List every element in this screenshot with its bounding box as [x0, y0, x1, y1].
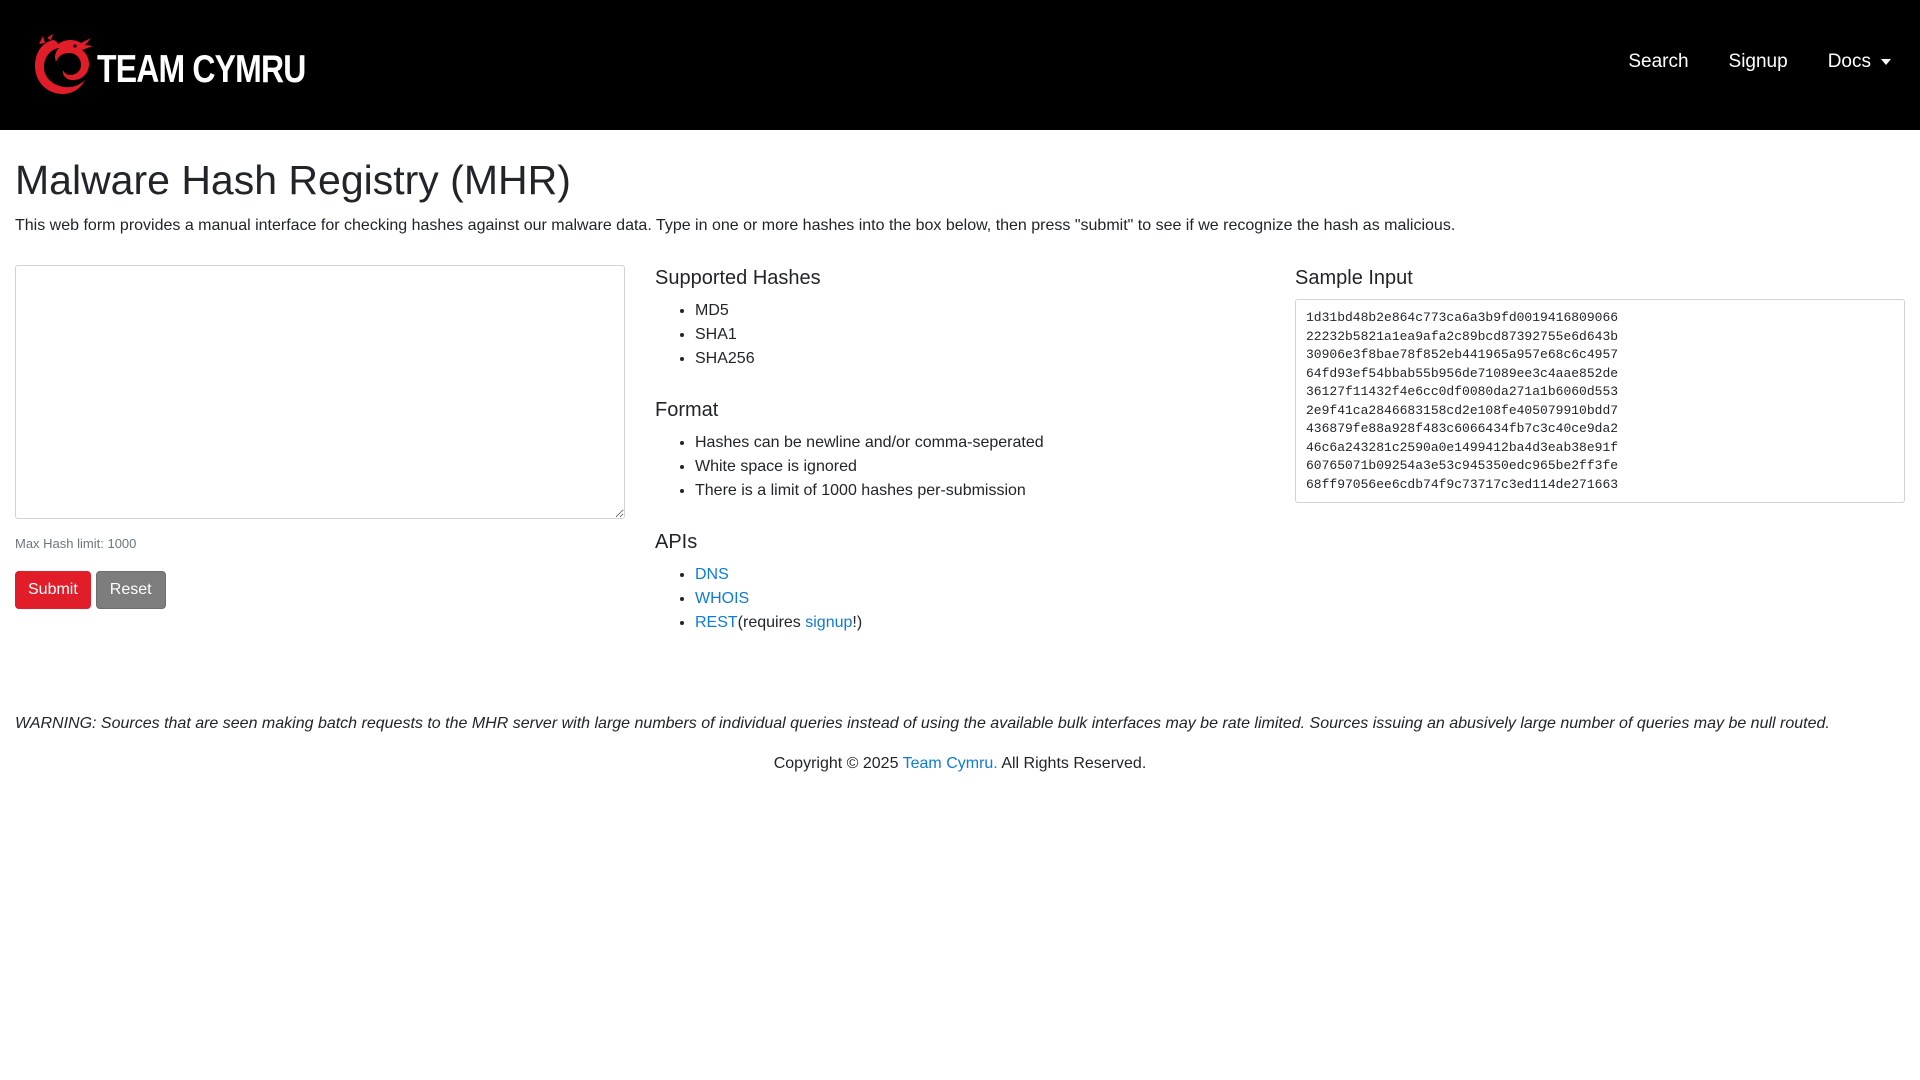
sample-hash-line: 46c6a243281c2590a0e1499412ba4d3eab38e91f [1306, 439, 1619, 455]
hash-limit-text: Max Hash limit: 1000 [15, 536, 137, 552]
navbar: TEAM CYMRU Search Signup Docs [0, 0, 1920, 130]
apis-list: DNS WHOIS REST(requires signup!) [655, 563, 1265, 635]
brand-name: TEAM CYMRU [97, 48, 306, 91]
api-rest-requires-text: (requires [737, 614, 806, 632]
sample-hash-line: 36127f11432f4e6cc0df0080da271a1b6060d553 [1306, 384, 1619, 400]
sample-hash-line: 60765071b09254a3e53c945350edc965be2ff3fe [1306, 458, 1619, 474]
rate-limit-warning: WARNING: Sources that are seen making ba… [15, 715, 1830, 733]
api-dns-link[interactable]: DNS [695, 566, 729, 583]
content-row: Max Hash limit: 1000 Submit Reset Suppor… [15, 265, 1905, 635]
dragon-logo-icon [35, 34, 93, 94]
sample-hash-line: 64fd93ef54bbab55b956de71089ee3c4aae852de [1306, 365, 1619, 381]
hash-input-textarea[interactable] [15, 265, 625, 520]
list-item: MD5 [695, 299, 1265, 323]
info-column: Supported Hashes MD5 SHA1 SHA256 Format … [655, 265, 1295, 635]
api-rest-link[interactable]: REST [695, 614, 738, 631]
form-buttons: Submit Reset [15, 571, 625, 610]
sample-hash-line: 68ff97056ee6cdb74f9c73717c3ed114de271663 [1306, 476, 1619, 492]
nav-signup-link[interactable]: Signup [1729, 51, 1788, 73]
sample-hash-line: 30906e3f8bae78f852eb441965a957e68c6c4957 [1306, 347, 1619, 363]
sample-input-box: 1d31bd48b2e864c773ca6a3b9fd0019416809066… [1295, 299, 1905, 504]
footer: Copyright © 2025 Team Cymru. All Rights … [15, 755, 1905, 773]
sample-input-title: Sample Input [1295, 267, 1413, 290]
supported-hashes-title: Supported Hashes [655, 267, 821, 290]
page-intro: This web form provides a manual interfac… [15, 217, 1456, 235]
sample-hash-line: 2e9f41ca2846683158cd2e108fe405079910bdd7 [1306, 402, 1619, 418]
submit-button[interactable]: Submit [15, 571, 91, 610]
copyright-text: Copyright © 2025 [773, 755, 903, 773]
hash-form-column: Max Hash limit: 1000 Submit Reset [15, 265, 655, 635]
apis-title: APIs [655, 531, 698, 554]
team-cymru-link[interactable]: Team Cymru. [903, 755, 998, 772]
sample-column: Sample Input 1d31bd48b2e864c773ca6a3b9fd… [1295, 265, 1905, 635]
nav-docs-label: Docs [1827, 51, 1871, 72]
list-item: SHA1 [695, 323, 1265, 347]
list-item: SHA256 [695, 347, 1265, 371]
page-title: Malware Hash Registry (MHR) [15, 157, 571, 203]
list-item: White space is ignored [695, 455, 1265, 479]
caret-down-icon [1881, 59, 1891, 65]
list-item: DNS [695, 563, 1265, 587]
api-rest-close-text: !) [852, 614, 863, 632]
main-content: Malware Hash Registry (MHR) This web for… [0, 156, 1920, 773]
format-list: Hashes can be newline and/or comma-seper… [655, 431, 1265, 503]
brand-link[interactable]: TEAM CYMRU [29, 34, 351, 96]
nav-search-link[interactable]: Search [1628, 51, 1688, 73]
list-item: Hashes can be newline and/or comma-seper… [695, 431, 1265, 455]
rights-text: All Rights Reserved. [997, 755, 1147, 773]
sample-hash-line: 436879fe88a928f483c6066434fb7c3c40ce9da2 [1306, 421, 1619, 437]
api-signup-link[interactable]: signup [805, 614, 852, 631]
list-item: There is a limit of 1000 hashes per-subm… [695, 479, 1265, 503]
format-title: Format [655, 399, 719, 422]
supported-hashes-list: MD5 SHA1 SHA256 [655, 299, 1265, 371]
api-whois-link[interactable]: WHOIS [695, 590, 749, 607]
sample-hash-line: 1d31bd48b2e864c773ca6a3b9fd0019416809066 [1306, 310, 1619, 326]
list-item: WHOIS [695, 587, 1265, 611]
sample-hash-line: 22232b5821a1ea9afa2c89bcd87392755e6d643b [1306, 328, 1619, 344]
nav-docs-dropdown[interactable]: Docs [1828, 51, 1891, 73]
list-item: REST(requires signup!) [695, 611, 1265, 635]
nav-links: Search Signup Docs [1588, 51, 1891, 73]
reset-button[interactable]: Reset [95, 571, 166, 610]
